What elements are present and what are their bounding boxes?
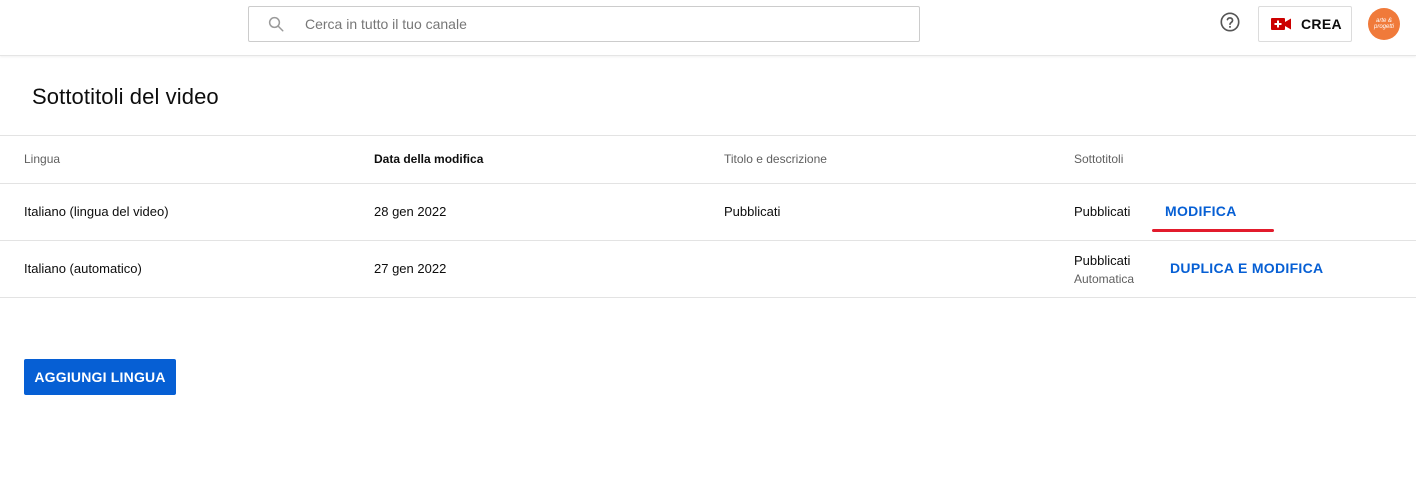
search-input[interactable] (305, 16, 865, 32)
search-icon (266, 14, 286, 34)
row-2-language: Italiano (automatico) (24, 261, 142, 276)
row-1-date: 28 gen 2022 (374, 204, 447, 219)
add-language-button[interactable]: AGGIUNGI LINGUA (24, 359, 176, 395)
duplicate-and-edit-button[interactable]: DUPLICA E MODIFICA (1170, 260, 1323, 276)
row-1-language: Italiano (lingua del video) (24, 204, 169, 219)
edit-button[interactable]: MODIFICA (1165, 203, 1237, 219)
highlight-underline (1152, 229, 1274, 232)
row-2-subtitles-type: Automatica (1074, 272, 1135, 286)
avatar-text: arte & progetti (1373, 18, 1394, 30)
divider (0, 240, 1416, 241)
search-box[interactable] (248, 6, 920, 42)
help-icon (1219, 11, 1241, 38)
row-1-subtitles-status: Pubblicati (1074, 204, 1131, 219)
create-button-label: CREA (1301, 16, 1342, 32)
avatar[interactable]: arte & progetti (1368, 8, 1400, 40)
divider (0, 135, 1416, 136)
top-bar: CREA arte & progetti (0, 0, 1416, 56)
create-button[interactable]: CREA (1258, 6, 1352, 42)
row-1-title-description: Pubblicati (724, 204, 781, 219)
row-2-date: 27 gen 2022 (374, 261, 447, 276)
video-camera-icon (1271, 17, 1292, 31)
column-header-language: Lingua (24, 152, 61, 166)
column-header-title-description: Titolo e descrizione (724, 152, 827, 166)
column-header-date[interactable]: Data della modifica (374, 152, 483, 166)
column-header-subtitles: Sottotitoli (1074, 152, 1124, 166)
divider (0, 183, 1416, 184)
divider (0, 297, 1416, 298)
page-title: Sottotitoli del video (32, 84, 219, 109)
help-button[interactable] (1218, 11, 1242, 38)
row-2-subtitles-status: Pubblicati (1074, 253, 1131, 268)
